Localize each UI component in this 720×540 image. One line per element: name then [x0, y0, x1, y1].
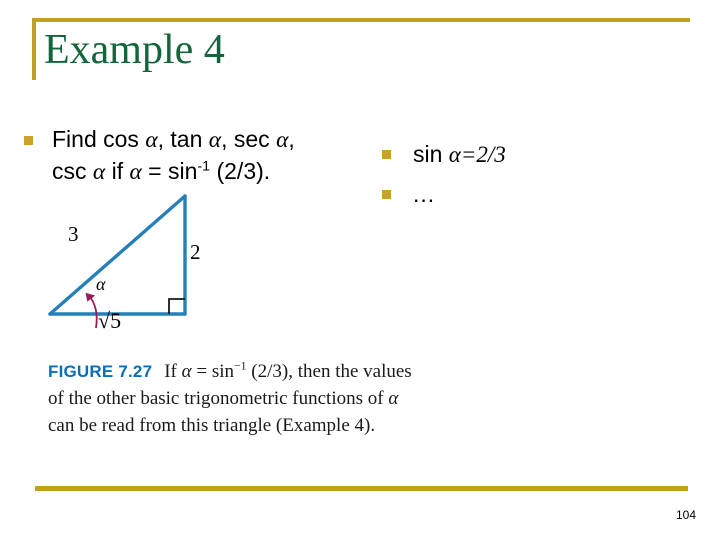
caption-text-2: = sin	[191, 361, 235, 382]
question-line2-eq: = sin	[141, 158, 198, 184]
question-line1-mid1: , tan	[157, 126, 209, 152]
bullet-marker-icon	[24, 136, 33, 145]
sin-function-name: sin	[413, 141, 443, 167]
right-angle-marker-icon	[168, 298, 185, 314]
alpha-symbol: α	[276, 127, 289, 153]
triangle-label-adjacent: √5	[98, 308, 122, 333]
bullet-item-answer-more-label: ...	[413, 181, 436, 207]
figure-caption: FIGURE 7.27 If α = sin−1 (2/3), then the …	[48, 358, 420, 439]
caption-text-4: can be read from this triangle (Example …	[48, 415, 376, 436]
footer-rule	[35, 486, 688, 491]
triangle-figure	[40, 186, 240, 336]
bullet-marker-icon	[382, 150, 391, 159]
question-line2-mid: if	[105, 158, 130, 184]
bullet-item-answer-more: ...	[382, 182, 682, 206]
bullet-item-question: Find cos α, tan α, sec α, csc α if α = si…	[24, 124, 354, 188]
caption-text-1: If	[164, 361, 182, 382]
question-line2-prefix: csc	[52, 158, 93, 184]
title-rule-top	[32, 18, 690, 22]
alpha-symbol: α	[129, 159, 142, 185]
triangle-hypotenuse	[48, 194, 187, 316]
title-rule-left	[32, 18, 36, 80]
bullet-marker-icon	[382, 190, 391, 199]
alpha-symbol: α	[448, 142, 461, 167]
question-line1-mid2: , sec	[221, 126, 277, 152]
triangle-label-hypotenuse: 3	[68, 222, 79, 246]
triangle-diagram-svg	[48, 194, 187, 329]
sin-value: 2/3	[476, 142, 506, 167]
alpha-symbol: α	[181, 361, 192, 382]
question-line1-prefix: Find cos	[52, 126, 146, 152]
alpha-symbol: α	[145, 127, 158, 153]
slide-canvas: Example 4 Find cos α, tan α, sec α, csc α…	[0, 0, 720, 540]
page-title: Example 4	[44, 27, 225, 73]
triangle-label-opposite: 2	[190, 240, 201, 264]
inverse-exponent: −1	[234, 359, 247, 373]
page-number: 104	[675, 508, 696, 522]
inverse-exponent: -1	[197, 158, 211, 175]
alpha-symbol: α	[208, 127, 222, 153]
bullet-item-answer-sin-label: sin α=2/3	[413, 141, 506, 168]
angle-arrowhead-icon	[85, 292, 96, 302]
bullet-item-question-label: Find cos α, tan α, sec α, csc α if α = si…	[52, 124, 295, 188]
triangle-label-angle: α	[96, 274, 106, 294]
figure-caption-tag: FIGURE 7.27	[48, 362, 153, 381]
equals-sign: =	[460, 142, 477, 167]
question-line1-end: ,	[288, 126, 295, 152]
question-line2-end: (2/3).	[210, 158, 271, 184]
alpha-symbol: α	[92, 159, 106, 185]
bullet-item-answer-sin: sin α=2/3	[382, 141, 682, 168]
alpha-symbol: α	[388, 388, 399, 409]
